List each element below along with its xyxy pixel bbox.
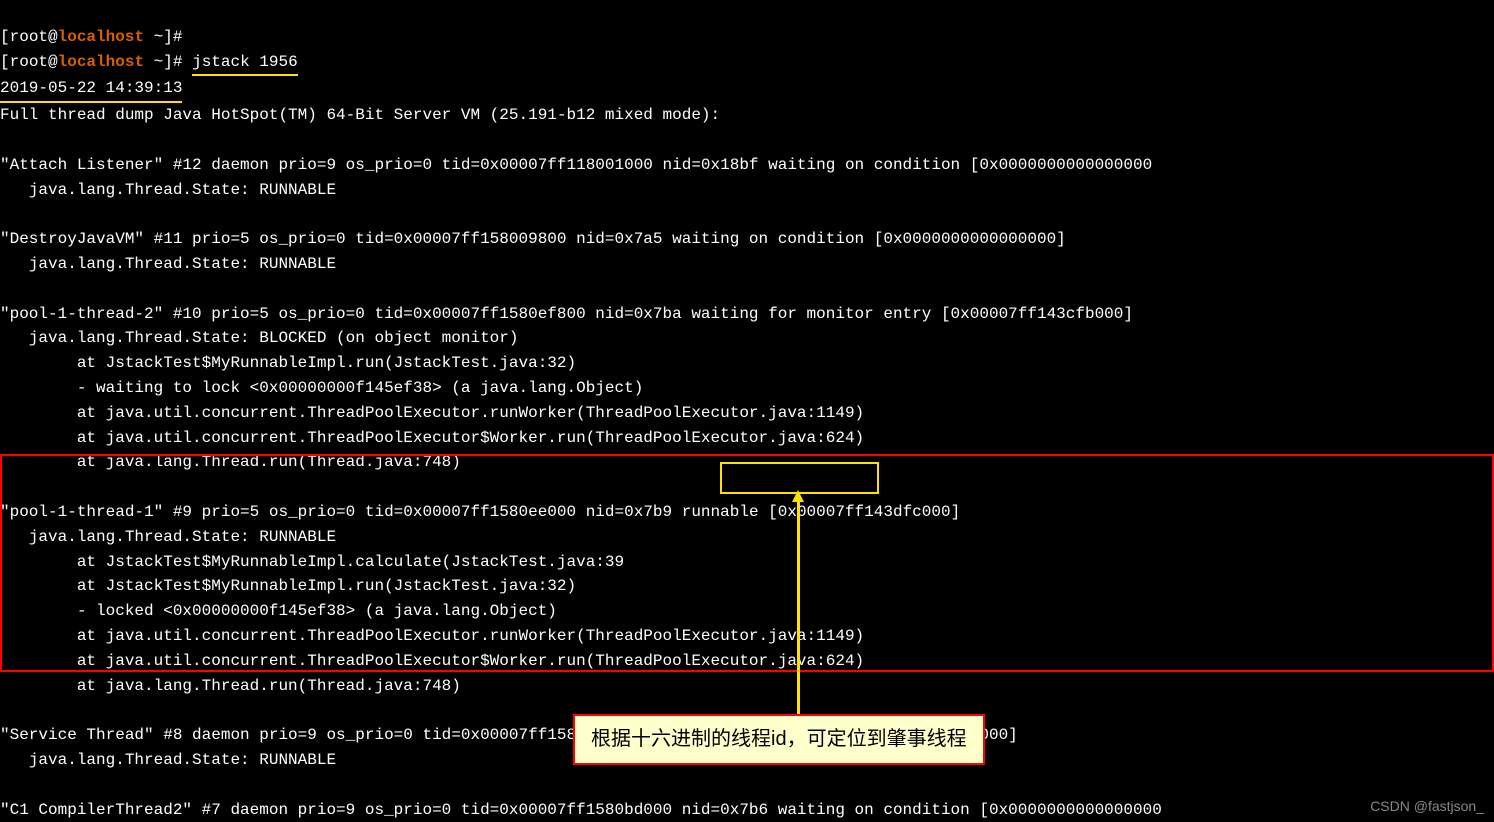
pool1t1-state: java.lang.Thread.State: RUNNABLE (0, 528, 336, 546)
pool1t1-stack3: - locked <0x00000000f145ef38> (a java.la… (0, 602, 557, 620)
prompt-line-1: [root@localhost ~]# (0, 28, 182, 46)
command-text: jstack 1956 (192, 50, 298, 77)
pool1t1-stack4: at java.util.concurrent.ThreadPoolExecut… (0, 627, 864, 645)
pool1t2-stack2: - waiting to lock <0x00000000f145ef38> (… (0, 379, 643, 397)
pool1t1-stack2: at JstackTest$MyRunnableImpl.run(JstackT… (0, 577, 576, 595)
pool1t2-state: java.lang.Thread.State: BLOCKED (on obje… (0, 329, 518, 347)
pool1t2-stack5: at java.lang.Thread.run(Thread.java:748) (0, 453, 461, 471)
pool1t2-stack3: at java.util.concurrent.ThreadPoolExecut… (0, 404, 864, 422)
attach-listener-state: java.lang.Thread.State: RUNNABLE (0, 181, 336, 199)
terminal-output[interactable]: [root@localhost ~]# [root@localhost ~]# … (0, 0, 1494, 822)
pool1t1-line: "pool-1-thread-1" #9 prio=5 os_prio=0 ti… (0, 503, 960, 521)
prompt-line-2: [root@localhost ~]# jstack 1956 (0, 53, 298, 71)
pool1t1-stack5: at java.util.concurrent.ThreadPoolExecut… (0, 652, 864, 670)
service-thread-line: "Service Thread" #8 daemon prio=9 os_pri… (0, 726, 1018, 744)
dump-header: Full thread dump Java HotSpot(TM) 64-Bit… (0, 106, 720, 124)
pool1t2-stack4: at java.util.concurrent.ThreadPoolExecut… (0, 429, 864, 447)
pool1t1-stack1: at JstackTest$MyRunnableImpl.calculate(J… (0, 553, 624, 571)
service-thread-state: java.lang.Thread.State: RUNNABLE (0, 751, 336, 769)
timestamp-text: 2019-05-22 14:39:13 (0, 76, 182, 103)
c1-compiler-line: "C1 CompilerThread2" #7 daemon prio=9 os… (0, 801, 1162, 819)
pool1t1-stack6: at java.lang.Thread.run(Thread.java:748) (0, 677, 461, 695)
pool1t2-stack1: at JstackTest$MyRunnableImpl.run(JstackT… (0, 354, 576, 372)
pool1t1-nid: nid=0x7b9 (586, 503, 672, 521)
destroyvm-line: "DestroyJavaVM" #11 prio=5 os_prio=0 tid… (0, 230, 1066, 248)
attach-listener-line: "Attach Listener" #12 daemon prio=9 os_p… (0, 156, 1152, 174)
destroyvm-state: java.lang.Thread.State: RUNNABLE (0, 255, 336, 273)
pool1t2-line: "pool-1-thread-2" #10 prio=5 os_prio=0 t… (0, 305, 1133, 323)
